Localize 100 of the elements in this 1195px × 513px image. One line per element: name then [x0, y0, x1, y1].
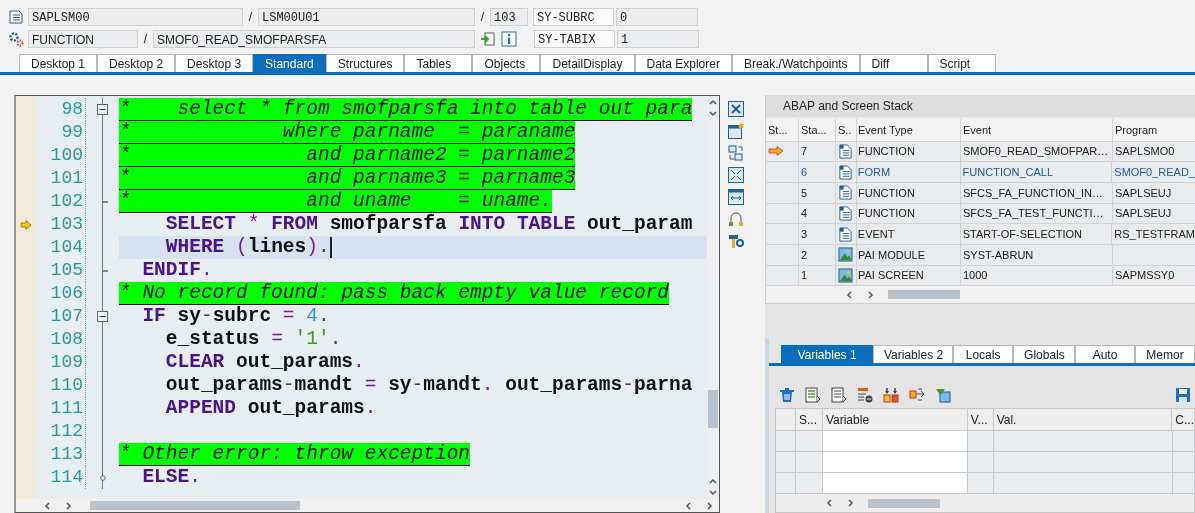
separator-slash: / — [247, 10, 254, 24]
line-field[interactable]: 103 — [490, 8, 528, 26]
program-field[interactable]: SAPLSM00 — [28, 8, 243, 26]
remove-row-icon[interactable] — [857, 387, 873, 403]
system-field-value[interactable]: 0 — [616, 8, 698, 26]
variables-tab[interactable]: Variables 2 — [873, 345, 954, 363]
column-header[interactable]: Event — [961, 119, 1113, 141]
system-field-value[interactable]: 1 — [617, 30, 699, 48]
table-cell: 6 — [798, 162, 836, 182]
column-header[interactable]: Event Type — [857, 119, 961, 141]
fullscreen-icon[interactable] — [728, 167, 744, 183]
system-field-name[interactable]: SY-TABIX — [534, 30, 615, 48]
code-statement: out_params-mandt = sy-mandt. out_params-parna — [164, 374, 693, 397]
desktop-tab[interactable]: Data Explorer — [634, 54, 732, 72]
gear-icon — [8, 31, 24, 47]
separator-slash: / — [479, 10, 486, 24]
branch-icon[interactable] — [728, 211, 744, 227]
collapse-icon[interactable] — [97, 311, 108, 322]
text-cursor — [329, 237, 332, 258]
table-cell: FORM — [856, 162, 961, 182]
document-icon — [837, 164, 853, 180]
column-header[interactable]: S... — [795, 409, 823, 430]
save-icon[interactable] — [1175, 387, 1191, 403]
image-icon — [838, 268, 853, 283]
desktop-tab[interactable]: Break./Watchpoints — [731, 54, 860, 72]
code-statement: IF sy-subrc = 4. — [141, 305, 330, 328]
table-cell: EVENT — [856, 224, 961, 244]
line-number: 114 — [36, 466, 86, 489]
scroll-thumb[interactable] — [888, 290, 960, 300]
code-statement: ELSE. — [141, 466, 201, 489]
column-header[interactable]: C... — [1172, 409, 1194, 430]
input-field[interactable] — [823, 431, 968, 451]
close-icon[interactable] — [728, 101, 744, 117]
table-cell: PAI MODULE — [857, 245, 961, 265]
table-cell: SAPMSSY0 — [1115, 269, 1175, 282]
table-cell: 3 — [798, 224, 836, 244]
info-icon[interactable] — [501, 31, 517, 47]
desktop-tab[interactable]: Standard — [253, 54, 326, 72]
scroll-thumb[interactable] — [708, 390, 718, 428]
code-comment: * Other error: throw exception — [119, 443, 471, 466]
column-header[interactable]: Program — [1113, 119, 1195, 141]
table-cell: SMOF0_READ_ — [1114, 166, 1195, 179]
panel-title: ABAP and Screen Stack — [766, 95, 1195, 117]
table-cell: SMOF0_READ_SMOFPAR… — [961, 141, 1113, 162]
variables-tab[interactable]: Variables 1 — [781, 345, 873, 363]
collapse-icon[interactable] — [97, 104, 108, 115]
code-comment: * where parname = paraname — [119, 121, 576, 144]
swap-icon[interactable] — [728, 145, 744, 161]
tools-icon[interactable] — [728, 233, 744, 249]
scroll-thumb[interactable] — [868, 498, 940, 508]
table-cell: FUNCTION — [857, 141, 961, 162]
line-number: 100 — [36, 144, 86, 167]
input-field[interactable] — [823, 452, 968, 472]
table-cell: 4 — [799, 203, 836, 224]
line-number: 111 — [36, 397, 86, 420]
desktop-tab[interactable]: Desktop 3 — [175, 54, 254, 72]
block-type-field[interactable]: FUNCTION — [28, 30, 138, 48]
desktop-tab[interactable]: Structures — [325, 54, 405, 72]
trash-icon[interactable] — [779, 387, 795, 403]
document-icon — [838, 205, 853, 221]
document-icon[interactable] — [831, 387, 847, 403]
column-header[interactable]: Val. — [993, 409, 1173, 430]
variables-tab[interactable]: Globals — [1013, 345, 1075, 363]
filter-icon[interactable] — [935, 387, 951, 403]
column-header[interactable]: Variable — [822, 409, 968, 430]
document-icon — [837, 226, 853, 242]
variables-tab[interactable]: Locals — [953, 345, 1014, 363]
desktop-tab[interactable]: Diff — [859, 54, 928, 72]
new-window-icon[interactable] — [728, 123, 744, 139]
table-cell: 7 — [799, 141, 836, 162]
export-icon[interactable] — [909, 387, 925, 403]
column-header[interactable]: Sta... — [799, 119, 836, 141]
desktop-tab[interactable]: Objects — [472, 54, 541, 72]
table-cell: FUNCTION — [857, 203, 961, 224]
block-name-field[interactable]: SMOF0_READ_SMOFPARSFA — [153, 30, 475, 48]
desktop-tab[interactable]: Desktop 2 — [97, 54, 176, 72]
variables-tab[interactable]: Memor — [1135, 345, 1195, 363]
fit-width-icon[interactable] — [728, 189, 744, 205]
column-header[interactable]: S.. — [836, 119, 857, 141]
desktop-tab[interactable]: Desktop 1 — [19, 54, 98, 72]
system-field-name[interactable]: SY-SUBRC — [533, 8, 614, 26]
desktop-tab[interactable]: DetailDisplay — [540, 54, 635, 72]
vertical-scrollbar[interactable] — [707, 96, 719, 499]
column-header[interactable]: St... — [766, 119, 799, 141]
image-icon — [838, 247, 853, 263]
horizontal-scrollbar[interactable] — [16, 499, 719, 512]
column-header[interactable]: V... — [967, 409, 994, 430]
export-icon[interactable] — [480, 31, 496, 47]
variables-tab[interactable]: Auto — [1075, 345, 1135, 363]
scroll-thumb[interactable] — [90, 501, 300, 510]
list-icon[interactable] — [805, 387, 821, 403]
input-field[interactable] — [823, 473, 968, 493]
table-cell: SFCS_FA_FUNCTION_IN… — [961, 182, 1113, 203]
table-cell: SAPLSEUJ — [1115, 186, 1172, 199]
desktop-tab[interactable]: Tables — [404, 54, 473, 72]
desktop-tab[interactable]: Script — [927, 54, 996, 72]
table-cell: FUNCTION — [857, 182, 961, 203]
horizontal-scrollbar[interactable] — [766, 286, 1195, 304]
include-field[interactable]: LSM00U01 — [258, 8, 475, 26]
merge-icon[interactable] — [883, 387, 899, 403]
